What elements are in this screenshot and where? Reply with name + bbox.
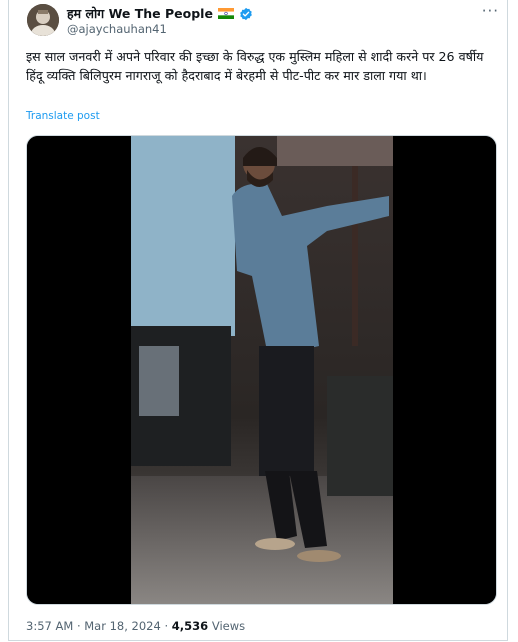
- verified-badge-icon: [240, 7, 252, 20]
- author-handle[interactable]: @ajaychauhan41: [67, 22, 167, 36]
- video-media[interactable]: [26, 135, 497, 605]
- meta-separator: ·: [76, 619, 81, 633]
- author-display-name[interactable]: हम लोग We The People: [67, 5, 213, 22]
- avatar-image: [27, 4, 59, 36]
- author-name-row: हम लोग We The People: [67, 5, 253, 22]
- views-label: Views: [211, 619, 246, 633]
- translate-post-link[interactable]: Translate post: [26, 110, 100, 122]
- avatar[interactable]: [27, 4, 59, 36]
- tweet-text: इस साल जनवरी में अपने परिवार की इच्छा के…: [26, 49, 484, 83]
- tweet-card: हम लोग We The People @ajaychauhan41 ··· …: [8, 0, 508, 641]
- india-flag-icon: [217, 8, 234, 19]
- video-frame-image: [27, 136, 496, 604]
- tweet-date[interactable]: Mar 18, 2024: [84, 619, 161, 633]
- tweet-time[interactable]: 3:57 AM: [26, 619, 73, 633]
- more-options-icon[interactable]: ···: [482, 2, 499, 20]
- views-count: 4,536: [171, 619, 209, 633]
- meta-separator: ·: [164, 619, 169, 633]
- tweet-meta: 3:57 AM · Mar 18, 2024 · 4,536 Views: [26, 619, 245, 633]
